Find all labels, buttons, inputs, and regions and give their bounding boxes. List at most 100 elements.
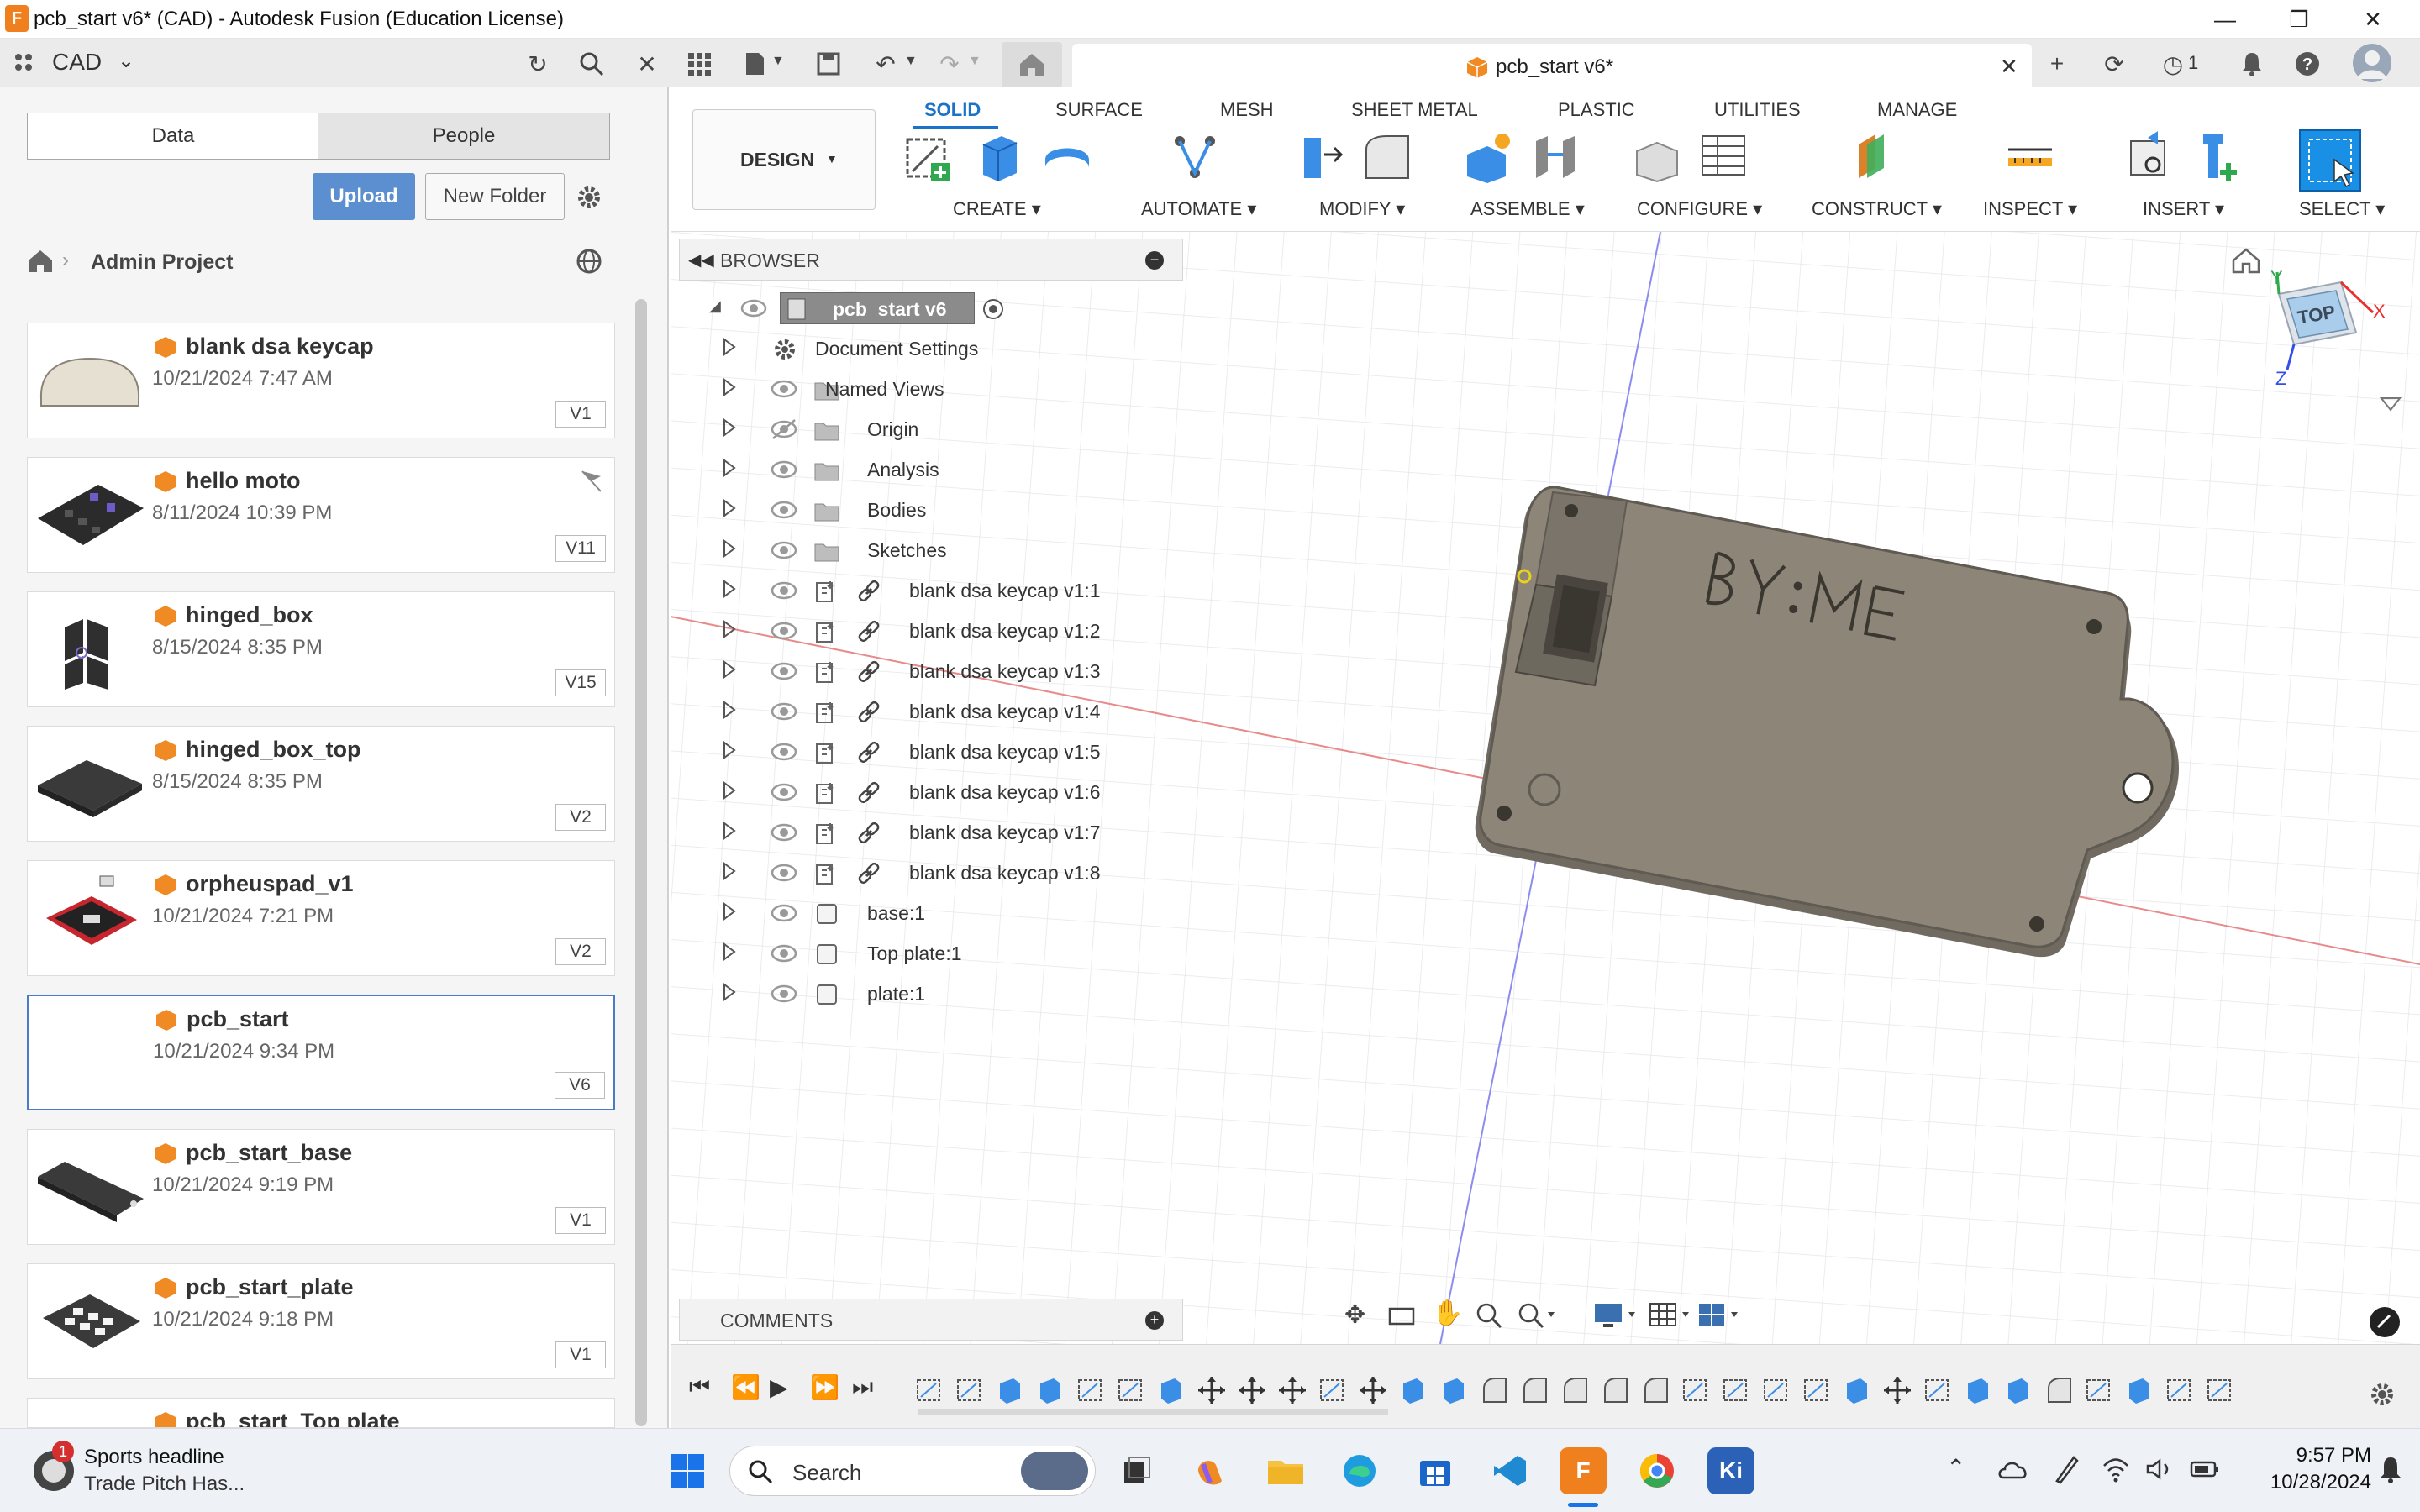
eye-icon[interactable] xyxy=(770,376,798,402)
extensions-icon[interactable]: ⟳ xyxy=(2097,47,2131,81)
help-icon[interactable]: ? xyxy=(2291,47,2324,81)
file-card[interactable]: hinged_box_top 8/15/2024 8:35 PM V2 xyxy=(27,726,615,842)
version-badge[interactable]: V6 xyxy=(555,1072,605,1099)
eye-icon[interactable] xyxy=(770,820,798,845)
timeline-move-feature-icon[interactable] xyxy=(1197,1375,1230,1409)
upload-button[interactable]: Upload xyxy=(313,173,415,220)
volume-icon[interactable] xyxy=(2144,1452,2175,1486)
browser-tree-row[interactable]: Origin xyxy=(723,412,1109,449)
collapse-arrow-icon[interactable]: ◢ xyxy=(709,297,726,318)
timeline-fillet-feature-icon[interactable] xyxy=(1600,1375,1634,1409)
news-subtitle[interactable]: Trade Pitch Has... xyxy=(84,1473,245,1496)
fillet-icon[interactable] xyxy=(1360,129,1413,183)
settings-gear-icon[interactable] xyxy=(575,183,603,212)
wifi-icon[interactable] xyxy=(2101,1452,2131,1486)
insert-mcmaster-icon[interactable] xyxy=(2190,129,2244,183)
redo-dropdown-icon[interactable]: ▼ xyxy=(968,54,981,69)
add-comment-icon[interactable]: + xyxy=(1145,1311,1164,1330)
notification-center-bell-icon[interactable] xyxy=(2376,1454,2405,1488)
select-tool-icon[interactable] xyxy=(2299,129,2361,192)
browser-root-row[interactable]: ◢ pcb_start v6 xyxy=(706,291,1008,328)
redo-icon[interactable]: ↷ xyxy=(933,47,966,81)
timeline-sketch-feature-icon[interactable] xyxy=(2084,1375,2118,1409)
tab-plastic[interactable]: PLASTIC xyxy=(1558,99,1635,121)
onedrive-cloud-icon[interactable] xyxy=(1996,1454,2030,1484)
grid-snaps-icon[interactable] xyxy=(1649,1300,1696,1331)
configure-menu[interactable]: CONFIGURE ▾ xyxy=(1637,198,1762,220)
expand-arrow-icon[interactable] xyxy=(723,701,739,721)
new-component-icon[interactable] xyxy=(1462,129,1516,183)
expand-arrow-icon[interactable] xyxy=(723,378,739,398)
file-card[interactable]: pcb_start_base 10/21/2024 9:19 PM V1 xyxy=(27,1129,615,1245)
expand-arrow-icon[interactable] xyxy=(723,539,739,559)
version-badge[interactable]: V2 xyxy=(555,804,606,831)
version-badge[interactable]: V15 xyxy=(555,669,606,696)
timeline-sketch-feature-icon[interactable] xyxy=(2205,1375,2238,1409)
timeline-sketch-feature-icon[interactable] xyxy=(914,1375,948,1409)
expand-arrow-icon[interactable] xyxy=(723,338,739,358)
save-icon[interactable] xyxy=(812,47,845,81)
refresh-icon[interactable]: ↻ xyxy=(521,47,555,81)
extrude-icon[interactable] xyxy=(971,129,1025,183)
browser-tree-row[interactable]: plate:1 xyxy=(723,976,1109,1013)
job-status-icon[interactable]: ◷ xyxy=(2156,47,2190,81)
timeline-extrude-feature-icon[interactable] xyxy=(1439,1375,1472,1409)
file-card[interactable]: hinged_box 8/15/2024 8:35 PM V15 xyxy=(27,591,615,707)
timeline-sketch-feature-icon[interactable] xyxy=(1076,1375,1109,1409)
configure-icon[interactable] xyxy=(1632,129,1686,183)
tab-people[interactable]: People xyxy=(318,113,610,160)
timeline-sketch-feature-icon[interactable] xyxy=(1923,1375,1956,1409)
version-badge[interactable]: V1 xyxy=(555,1207,606,1234)
timeline-sketch-feature-icon[interactable] xyxy=(1318,1375,1351,1409)
browser-tree-row[interactable]: blank dsa keycap v1:1 xyxy=(723,573,1109,610)
go-to-start-icon[interactable]: ⏮ xyxy=(689,1373,710,1401)
restore-button[interactable]: ❐ xyxy=(2262,0,2336,39)
display-settings-icon[interactable] xyxy=(1593,1300,1640,1331)
browser-tree-row[interactable]: Sketches xyxy=(723,533,1109,570)
file-card[interactable]: pcb_start_plate 10/21/2024 9:18 PM V1 xyxy=(27,1263,615,1379)
timeline-extrude-feature-icon[interactable] xyxy=(1842,1375,1876,1409)
edge-browser-icon[interactable] xyxy=(1336,1447,1383,1494)
fusion-taskbar-icon[interactable]: F xyxy=(1560,1447,1607,1494)
zoom-window-icon[interactable] xyxy=(1516,1300,1556,1331)
notifications-bell-icon[interactable] xyxy=(2235,47,2269,81)
expand-arrow-icon[interactable] xyxy=(723,741,739,761)
battery-icon[interactable] xyxy=(2188,1454,2222,1484)
timeline-fillet-feature-icon[interactable] xyxy=(1479,1375,1512,1409)
timeline-fillet-feature-icon[interactable] xyxy=(1640,1375,1674,1409)
timeline-sketch-feature-icon[interactable] xyxy=(1761,1375,1795,1409)
timeline-extrude-feature-icon[interactable] xyxy=(995,1375,1028,1409)
eye-icon[interactable] xyxy=(770,780,798,805)
eye-icon[interactable] xyxy=(770,981,798,1006)
quick-access-icon[interactable] xyxy=(2370,1307,2400,1337)
user-avatar[interactable] xyxy=(2353,44,2391,82)
tab-data[interactable]: Data xyxy=(27,113,319,160)
timeline-extrude-feature-icon[interactable] xyxy=(1035,1375,1069,1409)
assemble-menu[interactable]: ASSEMBLE ▾ xyxy=(1470,198,1585,220)
insert-menu[interactable]: INSERT ▾ xyxy=(2143,198,2224,220)
play-icon[interactable]: ▶ xyxy=(770,1373,788,1401)
go-to-end-icon[interactable]: ⏭ xyxy=(852,1373,873,1401)
automate-icon[interactable] xyxy=(1168,129,1222,183)
workspace-label[interactable]: CAD xyxy=(52,49,102,76)
create-sketch-icon[interactable] xyxy=(901,129,955,183)
eye-icon[interactable] xyxy=(770,739,798,764)
tab-utilities[interactable]: UTILITIES xyxy=(1714,99,1801,121)
chevron-down-icon[interactable]: ⌄ xyxy=(118,49,134,73)
automate-menu[interactable]: AUTOMATE ▾ xyxy=(1141,198,1256,220)
browser-tree-row[interactable]: Bodies xyxy=(723,492,1109,529)
timeline-extrude-feature-icon[interactable] xyxy=(1963,1375,1996,1409)
search-icon[interactable] xyxy=(575,47,608,81)
step-forward-icon[interactable]: ⏩ xyxy=(810,1373,839,1401)
eye-icon[interactable] xyxy=(770,699,798,724)
undo-dropdown-icon[interactable]: ▼ xyxy=(904,54,918,69)
timeline-extrude-feature-icon[interactable] xyxy=(1156,1375,1190,1409)
offset-plane-icon[interactable] xyxy=(1844,129,1897,183)
version-badge[interactable]: V2 xyxy=(555,938,606,965)
copilot-icon[interactable] xyxy=(1186,1447,1234,1494)
expand-arrow-icon[interactable] xyxy=(723,862,739,882)
undo-icon[interactable]: ↶ xyxy=(869,47,902,81)
timeline-move-feature-icon[interactable] xyxy=(1237,1375,1270,1409)
home-tab[interactable] xyxy=(1002,42,1062,87)
file-dropdown-icon[interactable]: ▼ xyxy=(771,54,785,69)
